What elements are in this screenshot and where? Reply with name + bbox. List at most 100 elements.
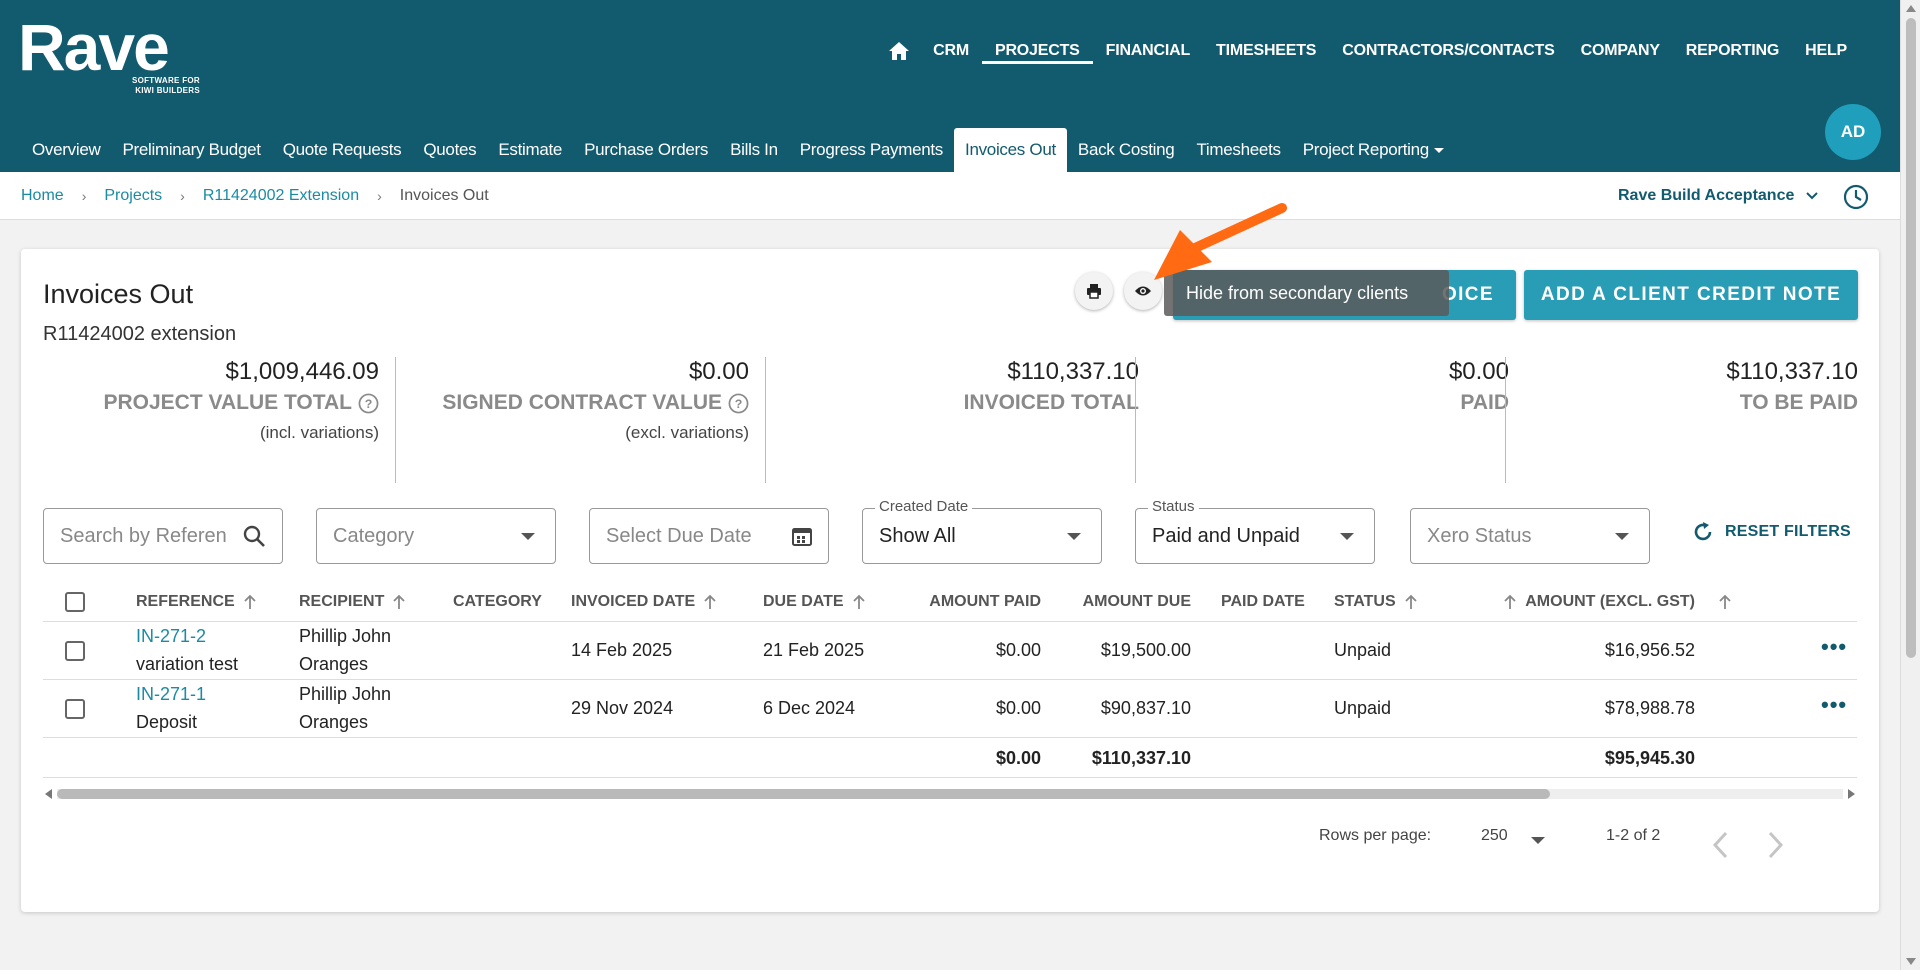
user-avatar[interactable]: AD	[1825, 104, 1881, 160]
search-input[interactable]: Search by Reference	[43, 508, 283, 564]
rows-per-page-select[interactable]: 250	[1481, 827, 1508, 845]
clock-icon[interactable]	[1843, 184, 1869, 210]
col-status[interactable]: STATUS	[1334, 582, 1418, 622]
col-paid-date[interactable]: PAID DATE	[1221, 582, 1305, 622]
table-row[interactable]: IN-271-2 variation test Phillip John Ora…	[43, 622, 1857, 680]
breadcrumb-project[interactable]: R11424002 Extension	[203, 187, 359, 205]
rave-logo[interactable]: Rave SOFTWARE FOR KIWI BUILDERS	[18, 10, 200, 95]
col-category[interactable]: CATEGORY	[453, 582, 542, 622]
tab-quotes[interactable]: Quotes	[412, 128, 487, 172]
sort-arrow-icon	[704, 594, 716, 609]
previous-page-button[interactable]	[1705, 827, 1735, 863]
next-page-button[interactable]	[1761, 827, 1791, 863]
tab-timesheets[interactable]: Timesheets	[1185, 128, 1291, 172]
scroll-up-icon[interactable]	[1906, 5, 1916, 12]
sort-arrow-icon	[1404, 594, 1417, 609]
breadcrumb-current: Invoices Out	[399, 187, 489, 204]
main-nav: CRM PROJECTS FINANCIAL TIMESHEETS CONTRA…	[886, 38, 1860, 64]
col-due-date[interactable]: DUE DATE	[763, 582, 866, 622]
stat-to-be-paid: $110,337.10 TO BE PAID	[1726, 358, 1858, 414]
nav-timesheets[interactable]: TIMESHEETS	[1203, 38, 1329, 64]
more-actions-icon[interactable]: •••	[1821, 692, 1847, 718]
nav-reporting[interactable]: REPORTING	[1673, 38, 1792, 64]
help-circle-icon[interactable]: ?	[728, 393, 749, 414]
invoice-reference-link[interactable]: IN-271-2	[136, 622, 238, 650]
scroll-down-icon[interactable]	[1906, 958, 1916, 965]
search-icon	[242, 524, 266, 554]
xero-status-select[interactable]: Xero Status	[1410, 508, 1650, 564]
tooltip: Hide from secondary clients	[1164, 270, 1449, 316]
due-date-picker[interactable]: Select Due Date	[589, 508, 829, 564]
home-icon[interactable]	[886, 38, 912, 64]
nav-contractors-contacts[interactable]: CONTRACTORS/CONTACTS	[1329, 38, 1567, 64]
scroll-right-icon[interactable]	[1848, 789, 1855, 799]
stat-divider	[395, 357, 396, 483]
recipient-cell: Phillip John Oranges	[299, 626, 392, 674]
col-invoiced-date[interactable]: INVOICED DATE	[571, 582, 717, 622]
col-actions[interactable]	[1718, 582, 1732, 622]
print-button[interactable]	[1075, 272, 1113, 310]
total-amount-excl-gst: $95,945.30	[1604, 748, 1695, 768]
row-checkbox[interactable]	[65, 699, 85, 719]
dropdown-arrow-icon	[1340, 533, 1354, 540]
invoice-reference-link[interactable]: IN-271-1	[136, 680, 206, 708]
eye-icon	[1135, 286, 1151, 296]
col-amount-excl-gst[interactable]: AMOUNT (EXCL. GST)	[1463, 582, 1695, 622]
amount-excl-gst-cell: $16,956.52	[1604, 640, 1695, 660]
nav-crm[interactable]: CRM	[920, 38, 982, 64]
tab-quote-requests[interactable]: Quote Requests	[272, 128, 413, 172]
dropdown-arrow-icon[interactable]	[1531, 837, 1545, 844]
reset-filters-button[interactable]: RESET FILTERS	[1691, 520, 1851, 544]
select-all-checkbox[interactable]	[65, 592, 85, 612]
company-select-value: Rave Build Acceptance	[1618, 187, 1795, 204]
table-row[interactable]: IN-271-1 Deposit Phillip John Oranges 29…	[43, 680, 1857, 738]
dropdown-arrow-icon	[521, 533, 535, 540]
tab-back-costing[interactable]: Back Costing	[1067, 128, 1186, 172]
amount-due-cell: $90,837.10	[1100, 698, 1191, 718]
stat-project-value: $1,009,446.09 PROJECT VALUE TOTAL ? (inc…	[103, 358, 379, 442]
breadcrumb-projects[interactable]: Projects	[104, 187, 162, 205]
logo-wordmark: Rave	[18, 10, 170, 84]
tab-progress-payments[interactable]: Progress Payments	[789, 128, 954, 172]
tab-preliminary-budget[interactable]: Preliminary Budget	[111, 128, 271, 172]
visibility-toggle-button[interactable]	[1124, 272, 1162, 310]
caret-down-icon	[1433, 148, 1444, 154]
created-date-select[interactable]: Created Date Show All	[862, 498, 1102, 564]
dropdown-arrow-icon	[1067, 533, 1081, 540]
tab-bills-in[interactable]: Bills In	[719, 128, 789, 172]
tab-estimate[interactable]: Estimate	[487, 128, 573, 172]
add-credit-note-button[interactable]: ADD A CLIENT CREDIT NOTE	[1524, 270, 1858, 320]
row-checkbox[interactable]	[65, 641, 85, 661]
dropdown-arrow-icon	[1615, 533, 1629, 540]
page-scrollbar[interactable]	[1900, 0, 1920, 970]
scrollbar-thumb[interactable]	[1906, 18, 1916, 658]
recipient-cell: Phillip John Oranges	[299, 684, 392, 732]
tab-purchase-orders[interactable]: Purchase Orders	[573, 128, 719, 172]
logo-tagline: SOFTWARE FOR KIWI BUILDERS	[131, 76, 200, 95]
invoice-description: Deposit	[136, 712, 198, 732]
status-cell: Unpaid	[1334, 640, 1392, 660]
help-circle-icon[interactable]: ?	[358, 393, 379, 414]
tab-invoices-out[interactable]: Invoices Out	[954, 128, 1067, 172]
col-reference[interactable]: REFERENCE	[136, 582, 257, 622]
nav-help[interactable]: HELP	[1792, 38, 1860, 64]
breadcrumb: Home › Projects › R11424002 Extension › …	[21, 172, 489, 220]
amount-due-cell: $19,500.00	[1100, 640, 1191, 660]
stat-invoiced-total: $110,337.10 INVOICED TOTAL	[963, 358, 1139, 414]
tab-overview[interactable]: Overview	[21, 128, 111, 172]
table-horizontal-scrollbar[interactable]	[43, 785, 1857, 801]
col-amount-due[interactable]: AMOUNT DUE	[1053, 582, 1191, 622]
nav-projects[interactable]: PROJECTS	[981, 38, 1093, 64]
more-actions-icon[interactable]: •••	[1821, 634, 1847, 660]
col-recipient[interactable]: RECIPIENT	[299, 582, 406, 622]
nav-company[interactable]: COMPANY	[1568, 38, 1673, 64]
col-amount-paid[interactable]: AMOUNT PAID	[903, 582, 1041, 622]
nav-financial[interactable]: FINANCIAL	[1093, 38, 1203, 64]
scrollbar-thumb[interactable]	[57, 789, 1550, 799]
tab-project-reporting[interactable]: Project Reporting	[1292, 128, 1455, 172]
category-select[interactable]: Category	[316, 508, 556, 564]
scroll-left-icon[interactable]	[45, 789, 52, 799]
breadcrumb-home[interactable]: Home	[21, 187, 64, 205]
status-select[interactable]: Status Paid and Unpaid	[1135, 498, 1375, 564]
company-select[interactable]: Rave Build Acceptance	[1618, 172, 1819, 220]
